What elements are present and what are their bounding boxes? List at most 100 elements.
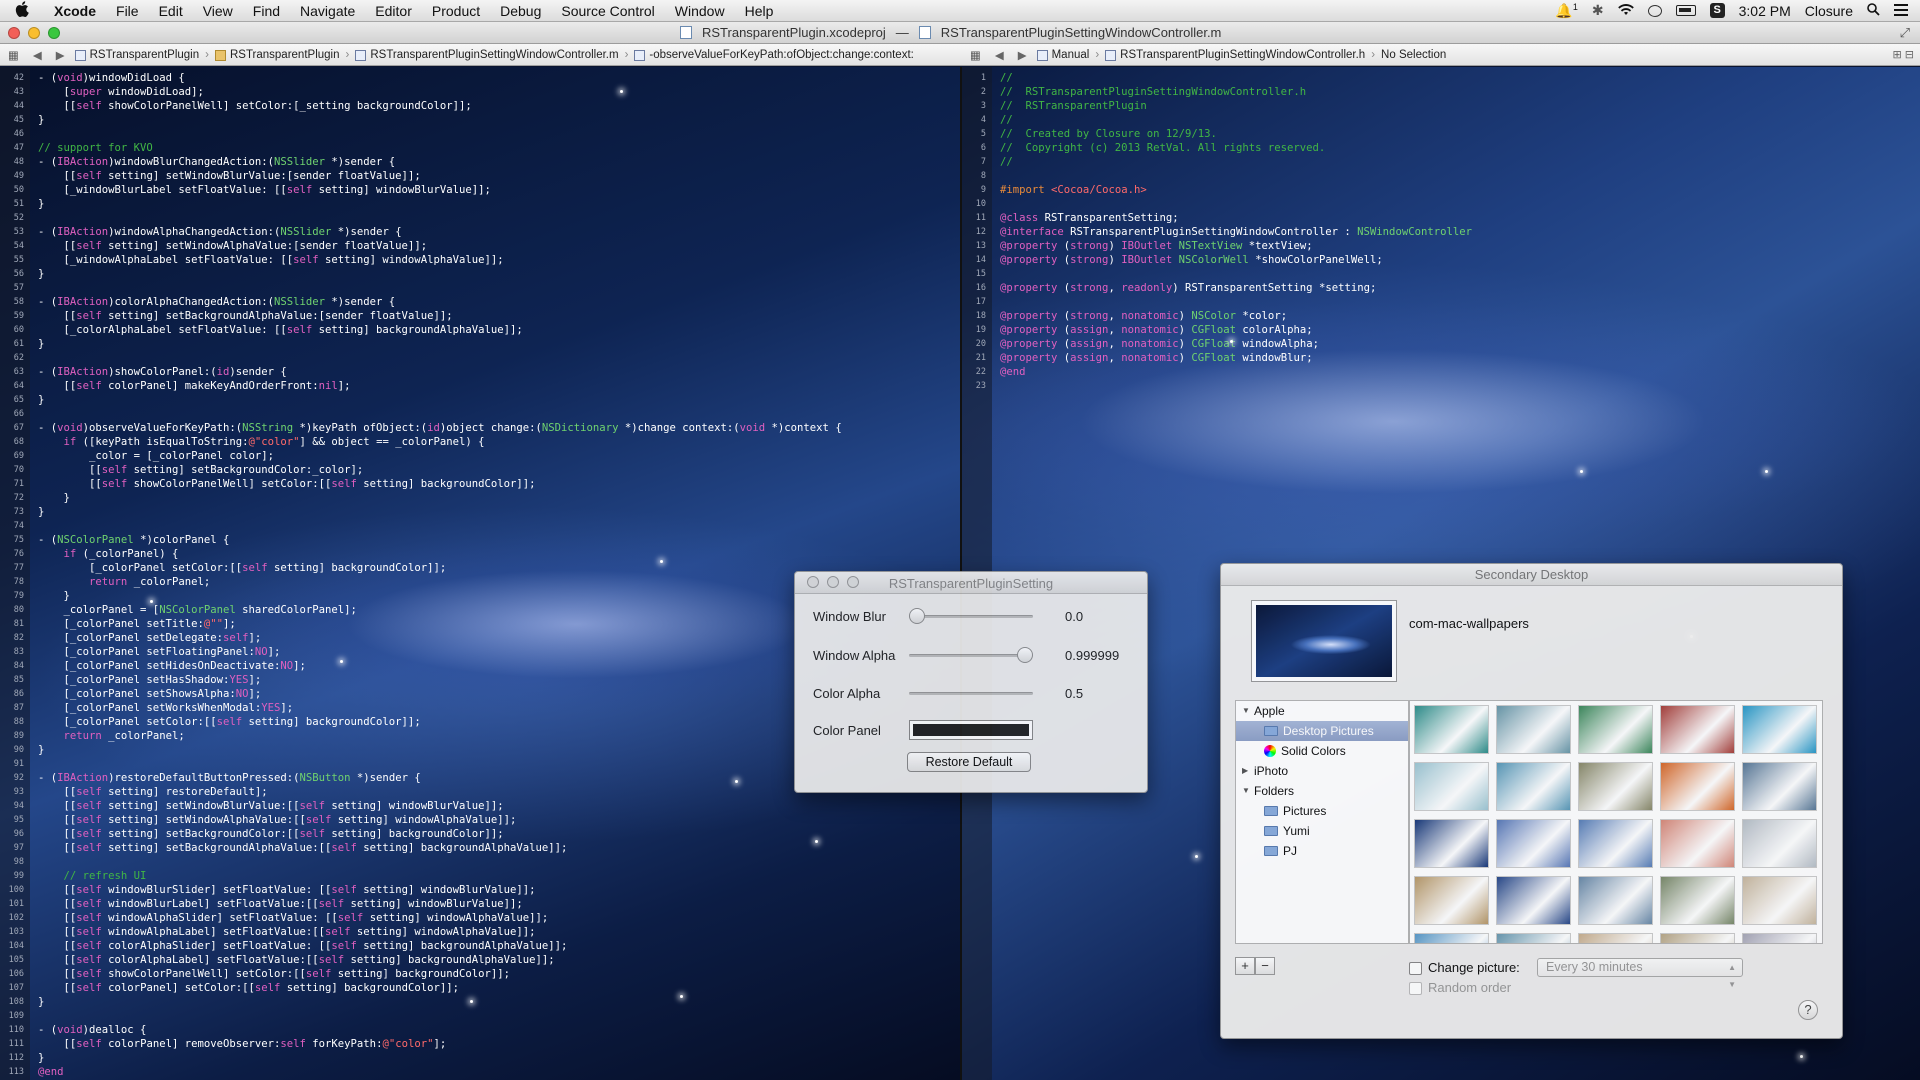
code-line-text[interactable]: // [990, 113, 1013, 127]
code-line-text[interactable]: @property (strong) IBOutlet NSColorWell … [990, 253, 1383, 267]
code-line-text[interactable] [28, 519, 44, 533]
left-line[interactable]: 108} [0, 995, 960, 1009]
code-line-text[interactable]: [_colorPanel setFloatingPanel:NO]; [28, 645, 281, 659]
left-line[interactable]: 44 [[self showColorPanelWell] setColor:[… [0, 99, 960, 113]
minimize-button[interactable] [28, 26, 40, 39]
code-line-text[interactable]: - (void)dealloc { [28, 1023, 146, 1037]
left-line[interactable]: 69 _color = [_colorPanel color]; [0, 449, 960, 463]
chat-status-icon[interactable] [1647, 4, 1662, 17]
left-line[interactable]: 45} [0, 113, 960, 127]
crumb-group[interactable]: RSTransparentPlugin [214, 49, 340, 61]
change-picture-checkbox[interactable] [1409, 962, 1422, 976]
left-line[interactable]: 109 [0, 1009, 960, 1023]
code-line-text[interactable]: @property (strong, nonatomic) NSColor *c… [990, 309, 1287, 323]
interval-dropdown[interactable]: Every 30 minutes ▲ ▼ [1537, 958, 1743, 989]
code-line-text[interactable]: } [28, 491, 70, 505]
code-line-text[interactable]: } [28, 197, 44, 211]
skype-icon[interactable]: S [1709, 3, 1725, 18]
right-line[interactable]: 22 @end [962, 365, 1920, 379]
menu-navigate[interactable]: Navigate [290, 3, 365, 19]
right-line[interactable]: 5 // Created by Closure on 12/9/13. [962, 127, 1920, 141]
code-line-text[interactable]: [[self colorPanel] makeKeyAndOrderFront:… [28, 379, 351, 393]
battery-icon[interactable] [1675, 5, 1696, 16]
code-line-text[interactable] [990, 379, 1006, 393]
left-line[interactable]: 64 [[self colorPanel] makeKeyAndOrderFro… [0, 379, 960, 393]
code-line-text[interactable]: [_colorPanel setWorksWhenModal:YES]; [28, 701, 294, 715]
code-line-text[interactable]: [[self windowAlphaSlider] setFloatValue:… [28, 911, 549, 925]
wallpaper-thumbnail[interactable] [1578, 876, 1653, 925]
code-line-text[interactable] [28, 211, 44, 225]
menu-app-xcode[interactable]: Xcode [44, 3, 106, 19]
code-line-text[interactable]: @end [990, 365, 1026, 379]
code-line-text[interactable]: [_colorPanel setHasShadow:YES]; [28, 673, 262, 687]
wallpaper-thumbnail[interactable] [1660, 876, 1735, 925]
code-line-text[interactable]: @property (strong) IBOutlet NSTextView *… [990, 239, 1313, 253]
left-line[interactable]: 99 // refresh UI [0, 869, 960, 883]
left-line[interactable]: 60 [_colorAlphaLabel setFloatValue: [[se… [0, 323, 960, 337]
left-line[interactable]: 61} [0, 337, 960, 351]
random-order-checkbox[interactable] [1409, 982, 1422, 996]
code-line-text[interactable]: [[self setting] setWindowAlphaValue:[[se… [28, 813, 517, 827]
back-arrow-icon-right[interactable]: ◀ [991, 48, 1008, 62]
menu-window[interactable]: Window [665, 3, 735, 19]
right-line[interactable]: 19 @property (assign, nonatomic) CGFloat … [962, 323, 1920, 337]
code-line-text[interactable]: [[self setting] setWindowBlurValue:[[sel… [28, 799, 504, 813]
code-line-text[interactable]: @property (assign, nonatomic) CGFloat wi… [990, 337, 1319, 351]
code-line-text[interactable]: } [28, 113, 44, 127]
wifi-icon[interactable] [1617, 3, 1634, 19]
right-line[interactable]: 6 // Copyright (c) 2013 RetVal. All right… [962, 141, 1920, 155]
code-line-text[interactable] [28, 757, 44, 771]
wallpaper-thumbnail[interactable] [1578, 705, 1653, 754]
code-line-text[interactable]: [_colorPanel setDelegate:self]; [28, 631, 262, 645]
source-list-item[interactable]: ▼ Apple [1236, 701, 1408, 721]
right-line[interactable]: 12 @interface RSTransparentPluginSettingW… [962, 225, 1920, 239]
left-line[interactable]: 42 - (void)windowDidLoad { [0, 71, 960, 85]
right-line[interactable]: 10 [962, 197, 1920, 211]
left-line[interactable]: 101 [[self windowBlurLabel] setFloatValu… [0, 897, 960, 911]
code-line-text[interactable]: // refresh UI [28, 869, 147, 883]
code-line-text[interactable]: [[self setting] setBackgroundColor:[[sel… [28, 827, 504, 841]
code-line-text[interactable]: // Copyright (c) 2013 RetVal. All rights… [990, 141, 1325, 155]
left-line[interactable]: 49 [[self setting] setWindowBlurValue:[s… [0, 169, 960, 183]
menu-view[interactable]: View [193, 3, 243, 19]
code-line-text[interactable]: [[self colorAlphaSlider] setFloatValue: … [28, 939, 568, 953]
help-button[interactable]: ? [1798, 1000, 1818, 1020]
crumb-mode[interactable]: Manual [1036, 49, 1089, 61]
code-line-text[interactable]: return _colorPanel; [28, 729, 185, 743]
related-items-icon[interactable]: ▦ [4, 48, 23, 62]
bluetooth-icon[interactable]: ✱ [1592, 2, 1604, 19]
code-line-text[interactable]: [[self setting] restoreDefault]; [28, 785, 268, 799]
menu-help[interactable]: Help [735, 3, 784, 19]
wallpaper-grid[interactable] [1409, 700, 1823, 944]
right-line[interactable]: 16 @property (strong, readonly) RSTranspa… [962, 281, 1920, 295]
code-line-text[interactable]: if (_colorPanel) { [28, 547, 179, 561]
code-line-text[interactable]: @property (assign, nonatomic) CGFloat co… [990, 323, 1313, 337]
wallpaper-thumbnail[interactable] [1414, 705, 1489, 754]
window-alpha-slider[interactable] [909, 647, 1033, 663]
wallpaper-thumbnail[interactable] [1578, 933, 1653, 943]
code-line-text[interactable]: // [990, 71, 1013, 85]
left-line[interactable]: 67 - (void)observeValueForKeyPath:(NSStri… [0, 421, 960, 435]
left-line[interactable]: 97 [[self setting] setBackgroundAlphaVal… [0, 841, 960, 855]
code-line-text[interactable] [990, 295, 1006, 309]
code-line-text[interactable]: @interface RSTransparentPluginSettingWin… [990, 225, 1472, 239]
code-line-text[interactable]: [_colorPanel setHidesOnDeactivate:NO]; [28, 659, 306, 673]
left-line[interactable]: 58 - (IBAction)colorAlphaChangedAction:(N… [0, 295, 960, 309]
close-button[interactable] [8, 26, 20, 39]
code-line-text[interactable]: @end [28, 1065, 64, 1079]
code-text-right[interactable]: 1 // 2 // RSTransparentPluginSettingWindowC… [962, 71, 1920, 393]
code-line-text[interactable]: [[self windowAlphaLabel] setFloatValue:[… [28, 925, 536, 939]
source-list-item[interactable]: Desktop Pictures [1236, 721, 1408, 741]
code-line-text[interactable]: @property (strong, readonly) RSTranspare… [990, 281, 1376, 295]
code-line-text[interactable] [990, 267, 1006, 281]
right-line[interactable]: 23 [962, 379, 1920, 393]
left-line[interactable]: 54 [[self setting] setWindowAlphaValue:[… [0, 239, 960, 253]
wallpaper-thumbnail[interactable] [1742, 762, 1817, 811]
wallpaper-thumbnail[interactable] [1414, 876, 1489, 925]
wallpaper-thumbnail[interactable] [1496, 933, 1571, 943]
left-line[interactable]: 55 [_windowAlphaLabel setFloatValue: [[s… [0, 253, 960, 267]
crumb-header-file[interactable]: RSTransparentPluginSettingWindowControll… [1105, 49, 1365, 61]
slider-knob[interactable] [909, 608, 925, 624]
code-line-text[interactable] [28, 1009, 44, 1023]
add-folder-button[interactable]: + [1235, 957, 1255, 975]
